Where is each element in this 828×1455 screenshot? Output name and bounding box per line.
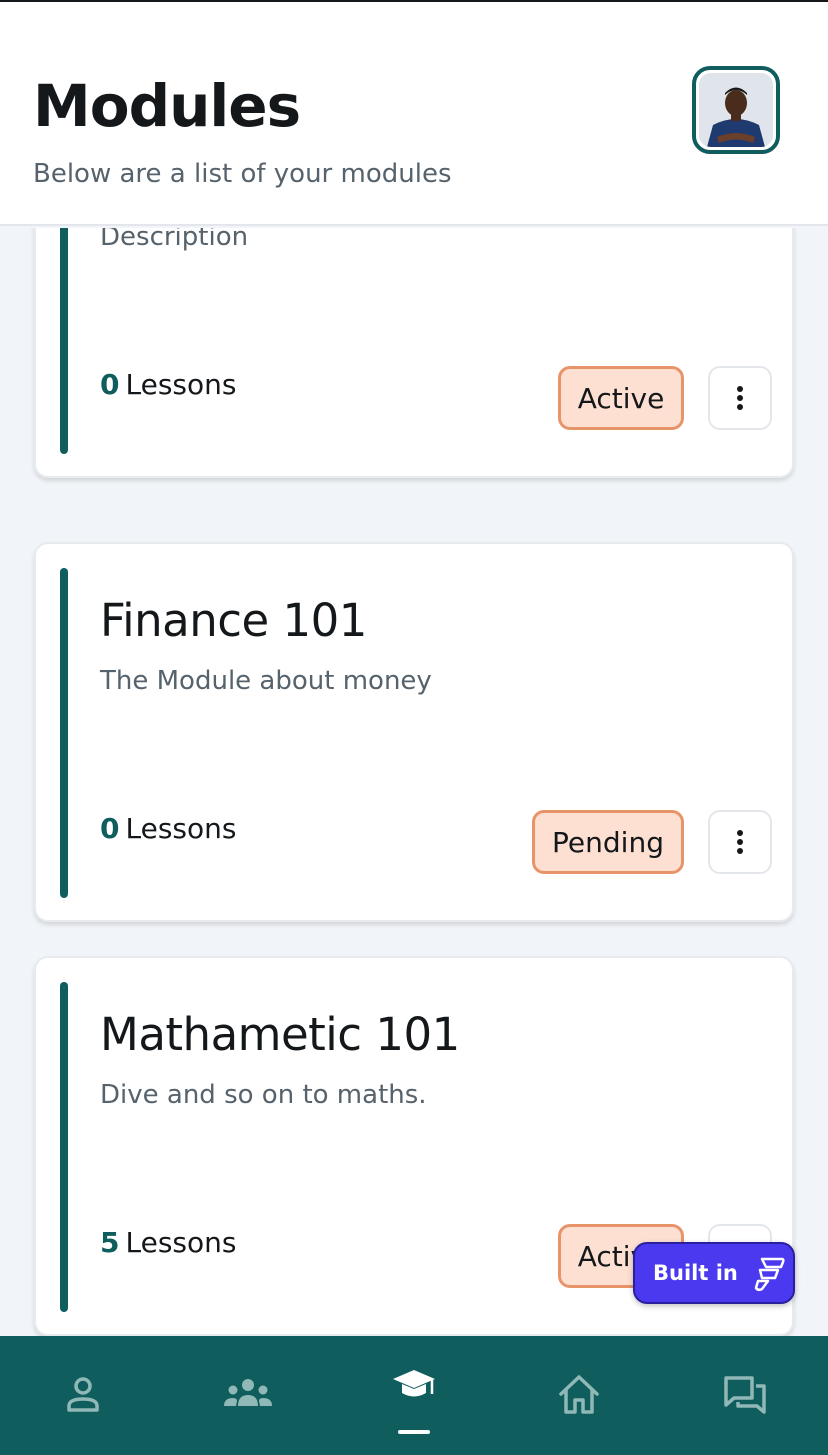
module-title: Finance 101 [100,594,367,647]
lessons-count-value: 0 [100,812,120,845]
group-icon [224,1379,272,1406]
built-in-label: Built in [653,1261,738,1285]
avatar-image [699,73,773,147]
module-card[interactable]: Description 0 Lessons Active [34,228,794,478]
page-header: Modules Below are a list of your modules [0,2,828,226]
page-title: Modules [33,72,301,140]
nav-chat[interactable] [715,1364,775,1424]
status-badge[interactable]: Active [558,366,684,430]
more-options-button[interactable] [708,366,772,430]
card-accent-bar [60,228,68,454]
profile-icon [67,1377,99,1412]
card-accent-bar [60,982,68,1312]
nav-modules[interactable] [384,1354,444,1414]
more-options-button[interactable] [708,810,772,874]
active-tab-indicator [398,1430,430,1434]
lessons-label: Lessons [125,368,237,401]
graduation-cap-icon [393,1370,435,1397]
status-badge[interactable]: Pending [532,810,684,874]
module-description: The Module about money [100,666,432,696]
lessons-label: Lessons [125,1226,237,1259]
home-icon [559,1375,599,1414]
page-subtitle: Below are a list of your modules [33,159,452,189]
more-vertical-icon [737,830,743,854]
modules-list[interactable]: Description 0 Lessons Active Finance 101 … [0,228,828,1336]
lessons-label: Lessons [125,812,237,845]
module-description: Description [100,228,249,252]
more-vertical-icon [737,386,743,410]
nav-group[interactable] [218,1364,278,1424]
flutterflow-logo-icon [754,1257,785,1292]
lessons-count-value: 5 [100,1226,120,1259]
nav-profile[interactable] [53,1364,113,1424]
lessons-count: 0 Lessons [100,368,236,401]
lessons-count-value: 0 [100,368,120,401]
lessons-count: 5 Lessons [100,1226,236,1259]
chat-icon [724,1376,766,1414]
lessons-count: 0 Lessons [100,812,236,845]
module-title: Mathametic 101 [100,1008,460,1061]
avatar[interactable] [692,66,780,154]
module-description: Dive and so on to maths. [100,1080,427,1110]
nav-home[interactable] [549,1364,609,1424]
card-accent-bar [60,568,68,898]
module-card[interactable]: Finance 101 The Module about money 0 Less… [34,542,794,922]
bottom-navigation [0,1336,828,1455]
built-in-badge[interactable]: Built in [633,1242,795,1304]
